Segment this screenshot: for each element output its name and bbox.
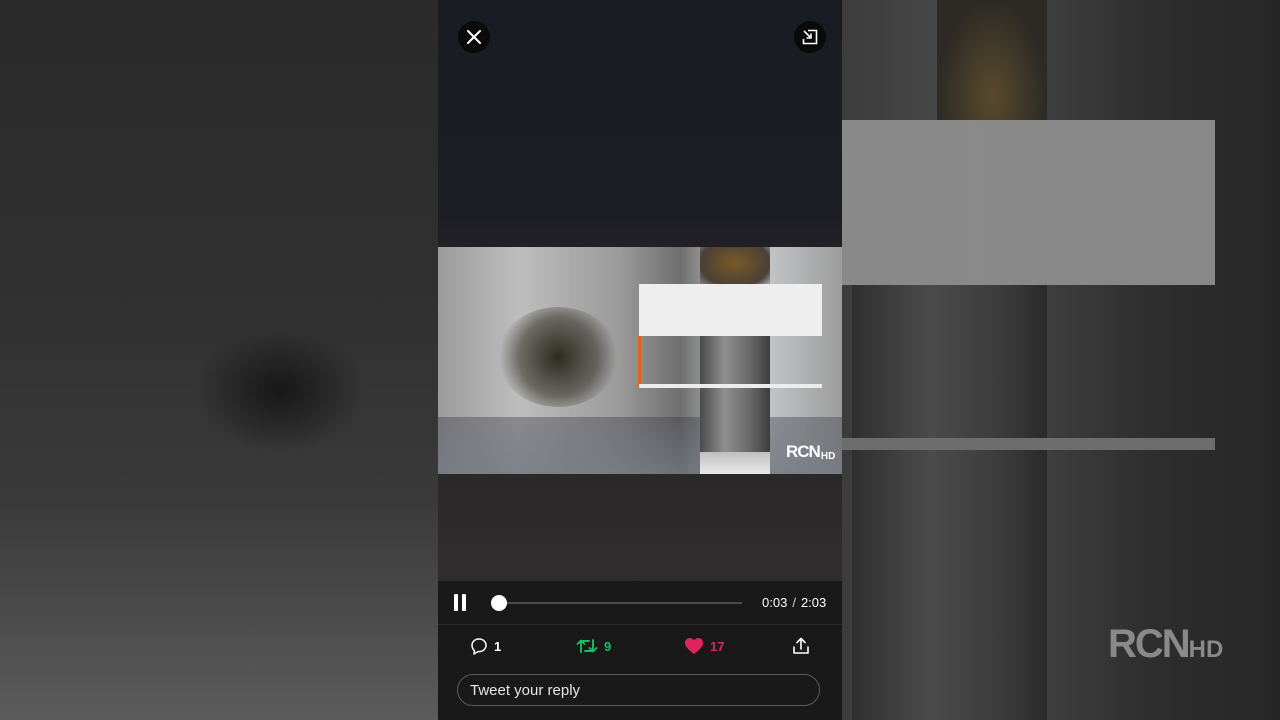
- backdrop-bottle-cap: [937, 0, 1047, 120]
- channel-logo: RCN HD: [786, 442, 836, 462]
- blurred-backdrop-right: RCNHD: [842, 0, 1280, 720]
- reply-button[interactable]: 1: [470, 637, 501, 655]
- backdrop-underline: [842, 438, 1215, 450]
- retweet-icon: [576, 639, 598, 653]
- current-time: 0:03: [762, 595, 788, 610]
- like-button[interactable]: 17: [684, 637, 724, 655]
- video-title-underline: [639, 384, 822, 388]
- tweet-actions: 1 9 17: [438, 625, 842, 670]
- share-button[interactable]: [792, 637, 810, 655]
- progress-knob[interactable]: [490, 595, 507, 611]
- video-player: RCN HD 0:03 / 2:03 1 9 17 Tweet your reply: [438, 0, 842, 720]
- video-frame[interactable]: RCN HD: [438, 247, 842, 474]
- video-bottle-cap: [700, 247, 770, 287]
- video-orange-accent: [638, 336, 641, 388]
- reply-icon: [471, 638, 487, 655]
- pop-out-button[interactable]: [794, 21, 826, 53]
- close-button[interactable]: [458, 21, 490, 53]
- share-icon: [793, 637, 809, 654]
- progress-track[interactable]: [490, 595, 742, 611]
- reply-area: Tweet your reply: [438, 670, 842, 720]
- close-icon: [467, 30, 481, 44]
- backdrop-title-panel: [842, 120, 1215, 285]
- reply-count: 1: [494, 638, 502, 654]
- pause-icon-bar: [462, 594, 466, 611]
- retweet-count: 9: [604, 638, 612, 654]
- video-blurred-object: [498, 307, 618, 407]
- time-readout: 0:03 / 2:03: [762, 595, 826, 610]
- backdrop-tube: [852, 285, 1047, 720]
- heart-icon: [685, 638, 703, 654]
- pause-button[interactable]: [453, 594, 467, 611]
- duration: 2:03: [800, 595, 827, 610]
- video-title-panel: [639, 284, 822, 336]
- time-separator: /: [792, 595, 796, 610]
- video-water-tube: [700, 327, 770, 474]
- retweet-button[interactable]: 9: [576, 637, 611, 655]
- playback-controls: 0:03 / 2:03: [438, 581, 842, 624]
- tweet-reply-input[interactable]: Tweet your reply: [457, 674, 820, 706]
- pause-icon-bar: [454, 594, 458, 611]
- backdrop-channel-logo: RCNHD: [1108, 622, 1224, 666]
- like-count: 17: [710, 638, 725, 654]
- blurred-backdrop-left: [0, 0, 438, 720]
- video-floor: [438, 417, 842, 474]
- pop-out-icon: [802, 29, 818, 45]
- reply-placeholder: Tweet your reply: [470, 681, 581, 699]
